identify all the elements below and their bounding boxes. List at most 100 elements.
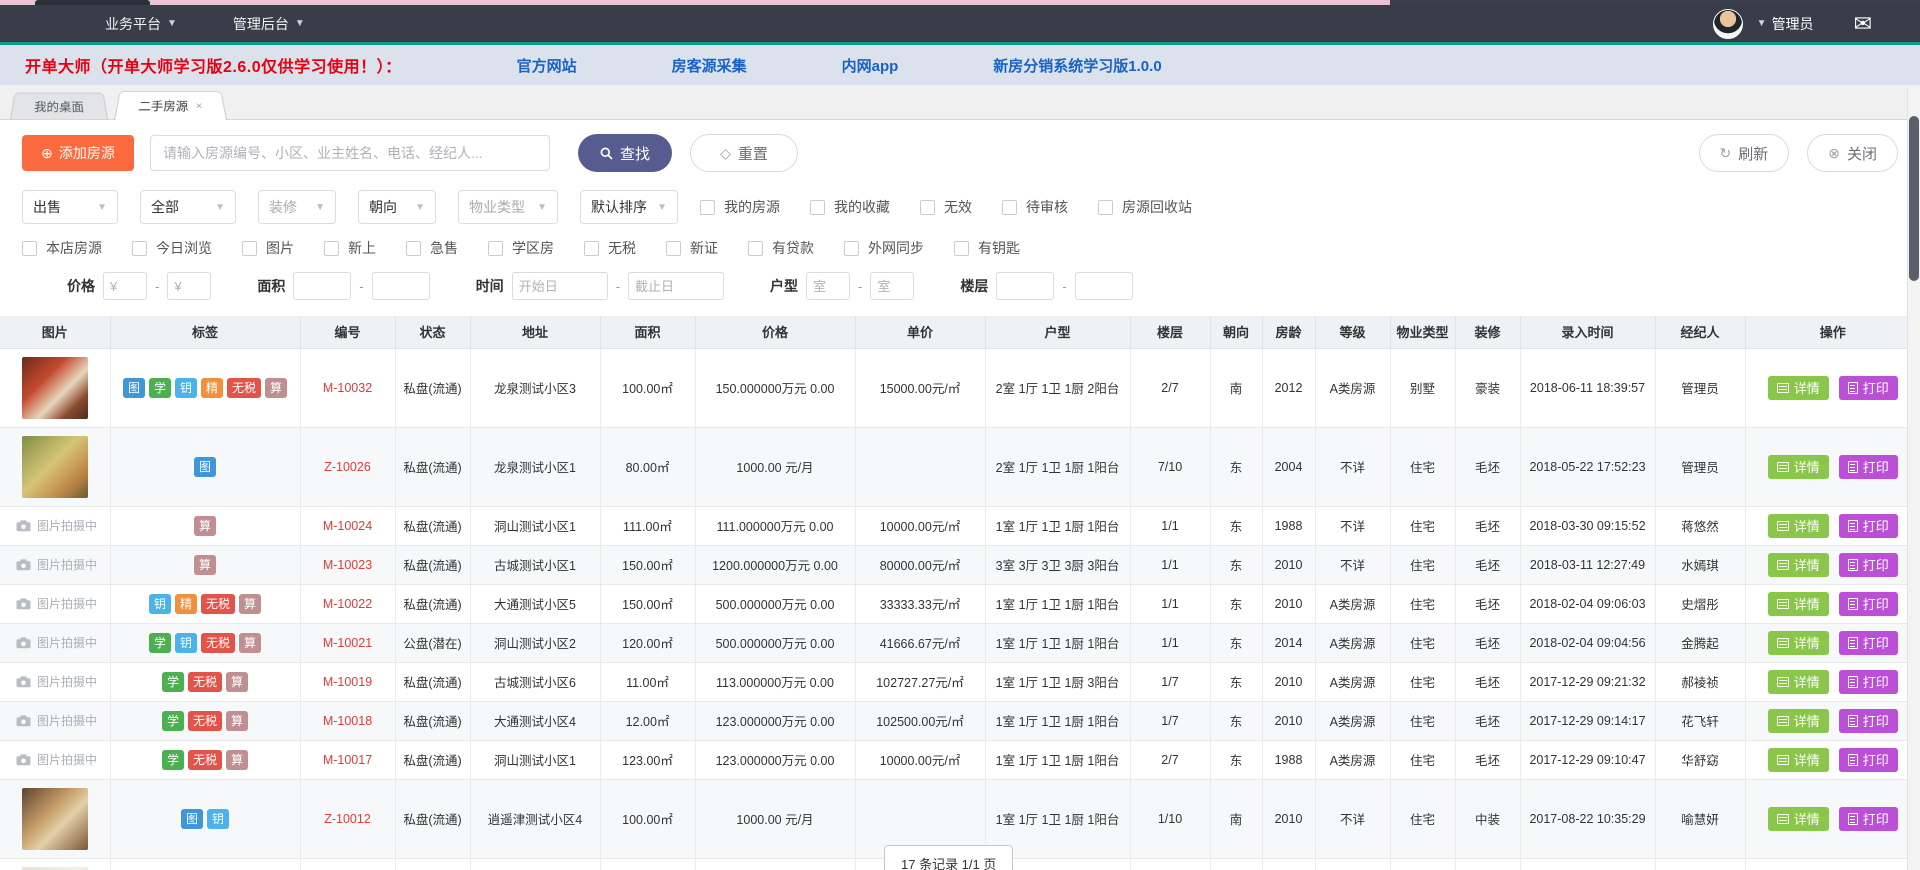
checkbox-icon[interactable] <box>844 241 859 256</box>
reset-button[interactable]: ◇ 重置 <box>690 134 798 172</box>
filter-checkbox[interactable]: 无效 <box>920 197 972 217</box>
close-icon[interactable]: × <box>195 99 203 112</box>
checkbox-icon[interactable] <box>748 241 763 256</box>
filter-checkbox[interactable]: 图片 <box>242 238 294 258</box>
checkbox-icon[interactable] <box>22 241 37 256</box>
filter-select-5[interactable]: 物业类型▼ <box>458 190 558 224</box>
checkbox-icon[interactable] <box>406 241 421 256</box>
listing-code[interactable]: M-10018 <box>300 701 395 740</box>
filter-checkbox[interactable]: 今日浏览 <box>132 238 212 258</box>
rooms-max-input[interactable] <box>870 272 914 300</box>
detail-button[interactable]: 详情 <box>1768 455 1829 479</box>
detail-button[interactable]: 详情 <box>1768 709 1829 733</box>
filter-checkbox[interactable]: 学区房 <box>488 238 554 258</box>
print-button[interactable]: 打印 <box>1839 670 1898 694</box>
checkbox-icon[interactable] <box>488 241 503 256</box>
checkbox-icon[interactable] <box>954 241 969 256</box>
add-listing-button[interactable]: ⊕ 添加房源 <box>22 135 134 171</box>
filter-select-3[interactable]: 装修▼ <box>258 190 336 224</box>
checkbox-icon[interactable] <box>920 200 935 215</box>
filter-checkbox[interactable]: 新上 <box>324 238 376 258</box>
filter-checkbox[interactable]: 无税 <box>584 238 636 258</box>
listing-code[interactable]: M-10017 <box>300 740 395 779</box>
listing-photo[interactable] <box>22 867 88 870</box>
print-button[interactable]: 打印 <box>1839 592 1898 616</box>
filter-select-6[interactable]: 默认排序▼ <box>580 190 678 224</box>
tab-secondhand-listings[interactable]: 二手房源 × <box>114 91 227 120</box>
detail-button[interactable]: 详情 <box>1768 807 1829 831</box>
checkbox-icon[interactable] <box>242 241 257 256</box>
listing-code[interactable]: M-10024 <box>300 506 395 545</box>
link-new-house-system[interactable]: 新房分销系统学习版1.0.0 <box>993 55 1161 76</box>
area-max-input[interactable] <box>372 272 430 300</box>
checkbox-icon[interactable] <box>584 241 599 256</box>
floor-max-input[interactable] <box>1075 272 1133 300</box>
user-avatar[interactable] <box>1713 9 1743 39</box>
checkbox-icon[interactable] <box>132 241 147 256</box>
print-button[interactable]: 打印 <box>1839 514 1898 538</box>
filter-select-2[interactable]: 全部▼ <box>140 190 236 224</box>
detail-button[interactable]: 详情 <box>1768 514 1829 538</box>
filter-checkbox[interactable]: 本店房源 <box>22 238 102 258</box>
floor-min-input[interactable] <box>996 272 1054 300</box>
listing-photo[interactable] <box>22 436 88 498</box>
checkbox-icon[interactable] <box>810 200 825 215</box>
filter-checkbox[interactable]: 新证 <box>666 238 718 258</box>
scrollbar-thumb[interactable] <box>1909 116 1919 281</box>
nav-admin-backend[interactable]: 管理后台 ▼ <box>233 14 305 34</box>
refresh-button[interactable]: ↻ 刷新 <box>1699 134 1790 172</box>
listing-code[interactable]: M-10019 <box>300 662 395 701</box>
start-date-input[interactable] <box>512 272 608 300</box>
listing-photo[interactable] <box>22 788 88 850</box>
listing-code[interactable]: Z-10026 <box>300 427 395 506</box>
checkbox-icon[interactable] <box>666 241 681 256</box>
print-button[interactable]: 打印 <box>1839 631 1898 655</box>
checkbox-icon[interactable] <box>1002 200 1017 215</box>
filter-checkbox[interactable]: 我的房源 <box>700 197 780 217</box>
filter-select-4[interactable]: 朝向▼ <box>358 190 436 224</box>
detail-button[interactable]: 详情 <box>1768 376 1829 400</box>
link-official-site[interactable]: 官方网站 <box>517 55 577 76</box>
price-min-input[interactable] <box>103 272 147 300</box>
print-button[interactable]: 打印 <box>1839 807 1898 831</box>
detail-button[interactable]: 详情 <box>1768 748 1829 772</box>
print-button[interactable]: 打印 <box>1839 376 1898 400</box>
close-page-button[interactable]: ⊗ 关闭 <box>1807 134 1898 172</box>
listing-code[interactable]: M-10021 <box>300 623 395 662</box>
filter-checkbox[interactable]: 房源回收站 <box>1098 197 1192 217</box>
end-date-input[interactable] <box>628 272 724 300</box>
listing-code[interactable] <box>300 858 395 870</box>
filter-select-1[interactable]: 出售▼ <box>22 190 118 224</box>
listing-code[interactable]: M-10023 <box>300 545 395 584</box>
print-button[interactable]: 打印 <box>1839 553 1898 577</box>
filter-checkbox[interactable]: 有钥匙 <box>954 238 1020 258</box>
filter-checkbox[interactable]: 外网同步 <box>844 238 924 258</box>
checkbox-icon[interactable] <box>1098 200 1113 215</box>
listing-code[interactable]: Z-10012 <box>300 779 395 858</box>
detail-button[interactable]: 详情 <box>1768 592 1829 616</box>
search-button[interactable]: 查找 <box>578 134 672 172</box>
area-min-input[interactable] <box>293 272 351 300</box>
user-menu[interactable]: ▼ 管理员 <box>1757 14 1814 34</box>
filter-checkbox[interactable]: 待审核 <box>1002 197 1068 217</box>
link-intranet-app[interactable]: 内网app <box>842 55 899 76</box>
print-button[interactable]: 打印 <box>1839 709 1898 733</box>
mail-icon[interactable]: ✉ <box>1854 13 1872 35</box>
price-max-input[interactable] <box>167 272 211 300</box>
listing-code[interactable]: M-10032 <box>300 348 395 427</box>
tab-my-desktop[interactable]: 我的桌面 <box>10 93 108 119</box>
nav-business-platform[interactable]: 业务平台 ▼ <box>105 14 177 34</box>
page-scrollbar[interactable] <box>1907 88 1920 870</box>
filter-checkbox[interactable]: 急售 <box>406 238 458 258</box>
listing-code[interactable]: M-10022 <box>300 584 395 623</box>
listing-photo[interactable] <box>22 357 88 419</box>
checkbox-icon[interactable] <box>700 200 715 215</box>
checkbox-icon[interactable] <box>324 241 339 256</box>
filter-checkbox[interactable]: 有贷款 <box>748 238 814 258</box>
search-input[interactable] <box>150 135 550 171</box>
link-listing-collection[interactable]: 房客源采集 <box>672 55 747 76</box>
detail-button[interactable]: 详情 <box>1768 631 1829 655</box>
filter-checkbox[interactable]: 我的收藏 <box>810 197 890 217</box>
print-button[interactable]: 打印 <box>1839 455 1898 479</box>
rooms-min-input[interactable] <box>806 272 850 300</box>
